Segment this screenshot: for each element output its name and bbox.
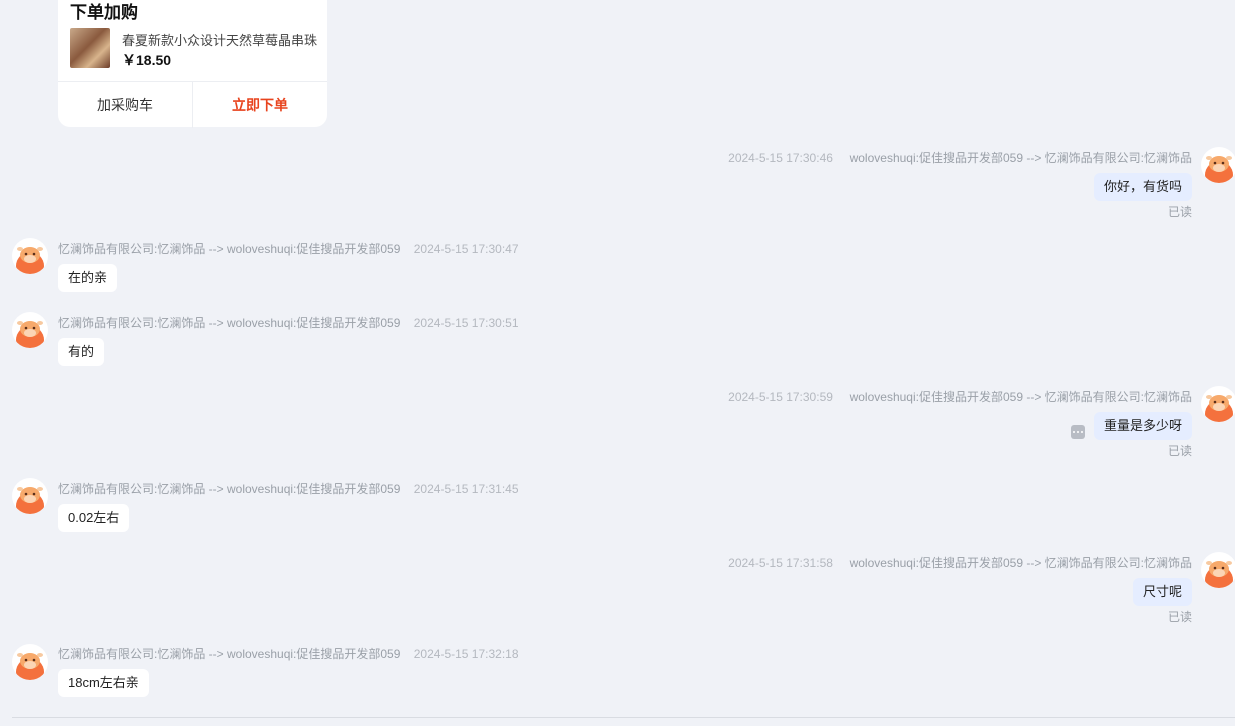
order-card: 下单加购 春夏新款小众设计天然草莓晶串珠 ￥18.50 加采购车 立即下单 [58,0,327,128]
cow-avatar-icon[interactable] [1201,552,1235,588]
message-bubble[interactable]: 重量是多少呀 [1093,412,1192,440]
message-bubble-wrap: 18cm左右亲 [58,669,149,697]
message-route: woloveshuqi:促佳搜品开发部059 --> 忆澜饰品有限公司:忆澜饰品 [849,556,1192,570]
read-status: 已读 [1167,205,1192,219]
message-route: 忆澜饰品有限公司:忆澜饰品 --> woloveshuqi:促佳搜品开发部059 [58,482,401,496]
message-time: 2024-5-15 17:30:46 [728,151,833,165]
read-status: 已读 [1167,610,1192,624]
message-route: woloveshuqi:促佳搜品开发部059 --> 忆澜饰品有限公司:忆澜饰品 [849,390,1192,404]
cow-avatar-icon[interactable] [12,478,48,514]
cow-avatar-icon[interactable] [1201,147,1235,183]
add-to-cart-button[interactable]: 加采购车 [58,82,193,128]
order-card-actions: 加采购车 立即下单 [58,81,327,128]
product-price: ￥18.50 [122,52,172,68]
product-thumbnail[interactable] [70,28,110,68]
message-bubble[interactable]: 你好，有货吗 [1093,173,1192,201]
message-meta: 忆澜饰品有限公司:忆澜饰品 --> woloveshuqi:促佳搜品开发部059… [58,480,519,497]
message-bubble-wrap: 0.02左右 [58,504,130,532]
order-card-title: 下单加购 [70,3,138,22]
message-route: 忆澜饰品有限公司:忆澜饰品 --> woloveshuqi:促佳搜品开发部059 [58,242,401,256]
message-route: 忆澜饰品有限公司:忆澜饰品 --> woloveshuqi:促佳搜品开发部059 [58,316,401,330]
message-bubble[interactable]: 有的 [58,338,105,366]
divider [12,717,1235,718]
more-options-icon[interactable] [1071,425,1085,439]
product-name[interactable]: 春夏新款小众设计天然草莓晶串珠 [122,30,318,49]
message-time: 2024-5-15 17:31:58 [728,556,833,570]
message-time: 2024-5-15 17:30:59 [728,390,833,404]
message-route: woloveshuqi:促佳搜品开发部059 --> 忆澜饰品有限公司:忆澜饰品 [849,151,1192,165]
message-bubble[interactable]: 在的亲 [58,264,118,292]
cow-avatar-icon[interactable] [12,238,48,274]
read-status: 已读 [1167,444,1192,458]
message-meta: 忆澜饰品有限公司:忆澜饰品 --> woloveshuqi:促佳搜品开发部059… [58,645,519,662]
message-bubble-wrap: 重量是多少呀 [1093,412,1192,440]
cow-avatar-icon[interactable] [1201,386,1235,422]
message-meta: 忆澜饰品有限公司:忆澜饰品 --> woloveshuqi:促佳搜品开发部059… [58,314,519,331]
buy-now-button[interactable]: 立即下单 [193,82,327,128]
message-route: 忆澜饰品有限公司:忆澜饰品 --> woloveshuqi:促佳搜品开发部059 [58,647,401,661]
message-meta: 2024-5-15 17:31:58 woloveshuqi:促佳搜品开发部05… [728,554,1192,571]
message-bubble[interactable]: 18cm左右亲 [58,669,149,697]
message-bubble-wrap: 在的亲 [58,264,118,292]
cow-avatar-icon[interactable] [12,312,48,348]
message-bubble[interactable]: 尺寸呢 [1132,578,1192,606]
chat-window: 下单加购 春夏新款小众设计天然草莓晶串珠 ￥18.50 加采购车 立即下单 20… [0,0,1235,726]
cow-avatar-icon[interactable] [12,644,48,680]
message-meta: 2024-5-15 17:30:46 woloveshuqi:促佳搜品开发部05… [728,149,1192,166]
message-meta: 2024-5-15 17:30:59 woloveshuqi:促佳搜品开发部05… [728,388,1192,405]
message-time: 2024-5-15 17:32:18 [413,647,519,661]
message-time: 2024-5-15 17:30:47 [413,242,519,256]
message-bubble-wrap: 有的 [58,338,105,366]
message-time: 2024-5-15 17:30:51 [413,316,519,330]
message-bubble[interactable]: 0.02左右 [58,504,130,532]
message-meta: 忆澜饰品有限公司:忆澜饰品 --> woloveshuqi:促佳搜品开发部059… [58,240,519,257]
message-bubble-wrap: 你好，有货吗 [1093,173,1192,201]
message-bubble-wrap: 尺寸呢 [1132,578,1192,606]
message-time: 2024-5-15 17:31:45 [413,482,519,496]
